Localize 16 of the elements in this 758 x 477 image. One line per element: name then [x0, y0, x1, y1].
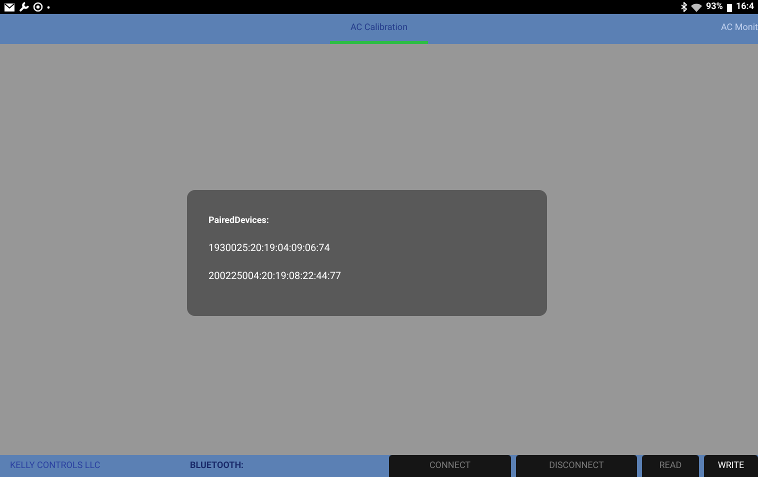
tab[interactable]: AC Monit: [716, 14, 758, 44]
clock: 16:4: [736, 2, 754, 12]
device-item[interactable]: 1930025:20:19:04:09:06:74: [208, 243, 524, 254]
battery-percent: 93%: [706, 2, 723, 12]
device-item[interactable]: 200225004:20:19:08:22:44:77: [208, 271, 524, 282]
dialog-title: PairedDevices:: [208, 216, 270, 226]
battery-icon: [726, 2, 732, 12]
wifi-icon: [690, 2, 702, 12]
target-icon: [33, 2, 43, 12]
action-button[interactable]: WRITE: [704, 455, 758, 477]
wrench-icon: [19, 2, 29, 12]
dot-icon: [47, 6, 50, 8]
mail-icon: [4, 2, 15, 12]
company-name: KELLY CONTROLS LLC: [9, 461, 102, 471]
bluetooth-label: BLUETOOTH:: [190, 461, 245, 471]
bluetooth-icon: [680, 2, 687, 12]
